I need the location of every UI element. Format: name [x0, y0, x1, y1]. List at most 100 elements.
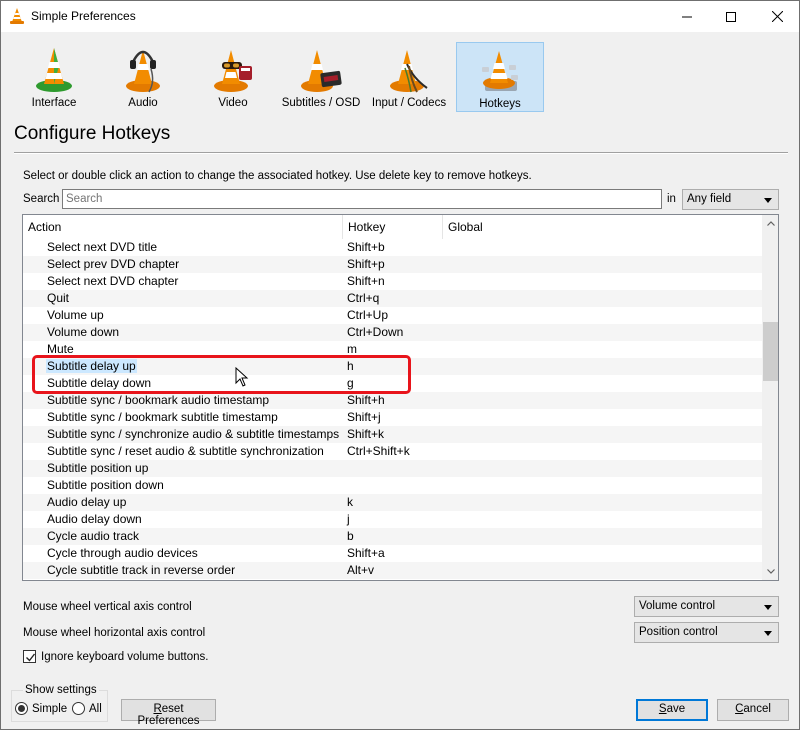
table-row[interactable]: Subtitle position down [23, 477, 762, 494]
action-cell: Audio delay down [47, 512, 142, 526]
hotkey-cell: h [347, 359, 354, 373]
scrollbar-thumb[interactable] [763, 322, 778, 381]
category-hotkeys[interactable]: Hotkeys [456, 42, 544, 112]
wheel-vertical-value: Volume control [639, 600, 716, 612]
table-row[interactable]: Mute m [23, 341, 762, 358]
table-row[interactable]: Select next DVD title Shift+b [23, 239, 762, 256]
hotkey-cell: Shift+n [347, 274, 385, 288]
table-body: Select next DVD title Shift+b Select prev … [23, 239, 762, 580]
column-header-hotkey[interactable]: Hotkey [343, 215, 443, 239]
hotkey-cell: Alt+v [347, 563, 375, 577]
wheel-vertical-select[interactable]: Volume control [634, 596, 779, 617]
chevron-down-icon [764, 631, 772, 636]
vlc-app-icon [10, 8, 24, 24]
table-row[interactable]: Subtitle sync / bookmark audio timestamp… [23, 392, 762, 409]
show-simple-option[interactable]: Simple [15, 702, 67, 715]
category-label: Video [218, 97, 248, 109]
table-row[interactable]: Cycle through audio devices Shift+a [23, 545, 762, 562]
column-header-global[interactable]: Global [443, 215, 762, 239]
scroll-down-button[interactable] [762, 563, 778, 580]
save-label: ave [666, 703, 686, 715]
action-cell: Subtitle sync / synchronize audio & subt… [47, 427, 340, 441]
action-cell: Subtitle sync / reset audio & subtitle s… [47, 444, 324, 458]
action-cell: Subtitle sync / bookmark audio timestamp [47, 393, 270, 407]
action-cell: Quit [47, 291, 70, 305]
action-cell: Subtitle position up [47, 461, 149, 475]
column-header-action[interactable]: Action [23, 215, 343, 239]
ignore-volume-option[interactable]: Ignore keyboard volume buttons. [23, 650, 209, 663]
preferences-window: Simple Preferences Interface Audio Video… [0, 0, 800, 730]
save-mnemonic: S [658, 703, 667, 715]
category-toolbar: Interface Audio Video Subtitles / OSD In… [1, 32, 799, 114]
simple-radio[interactable] [15, 702, 28, 715]
table-row[interactable]: Cycle subtitle track in reverse order Alt… [23, 562, 762, 579]
table-row[interactable]: Subtitle sync / synchronize audio & subt… [23, 426, 762, 443]
hotkey-cell: Shift+a [347, 546, 385, 560]
table-row[interactable]: Subtitle delay down g [23, 375, 762, 392]
page-title: Configure Hotkeys [14, 123, 171, 144]
reset-mnemonic: R [153, 703, 162, 715]
category-label: Interface [31, 97, 77, 109]
hotkey-cell: Shift+j [347, 410, 381, 424]
hotkey-cell: b [347, 529, 354, 543]
wheel-horizontal-select[interactable]: Position control [634, 622, 779, 643]
window-title: Simple Preferences [31, 9, 136, 23]
search-input[interactable] [62, 189, 662, 209]
close-icon [771, 11, 783, 22]
category-subtitles-osd[interactable]: Subtitles / OSD [277, 42, 365, 112]
hotkey-cell: Ctrl+q [347, 291, 380, 305]
vlc-cone-headphones-icon [126, 50, 160, 93]
action-cell: Subtitle sync / bookmark subtitle timest… [47, 410, 278, 424]
minimize-icon [682, 16, 692, 17]
save-button[interactable]: Save [636, 699, 708, 721]
table-row[interactable]: Audio delay down j [23, 511, 762, 528]
table-row[interactable]: Subtitle position up [23, 460, 762, 477]
ignore-volume-checkbox[interactable] [23, 650, 36, 663]
wheel-vertical-label: Mouse wheel vertical axis control [23, 601, 192, 613]
vlc-cone-cables-icon [390, 50, 428, 93]
chevron-down-icon [764, 605, 772, 610]
action-cell: Select next DVD title [47, 240, 158, 254]
table-row[interactable]: Volume up Ctrl+Up [23, 307, 762, 324]
simple-label: Simple [32, 702, 68, 715]
wheel-horizontal-value: Position control [639, 626, 718, 638]
show-settings-title: Show settings [23, 684, 99, 696]
search-label: Search [23, 193, 60, 205]
search-field-value: Any field [687, 193, 732, 205]
cancel-button[interactable]: Cancel [717, 699, 789, 721]
close-button[interactable] [754, 1, 800, 32]
hotkey-cell: Ctrl+Down [347, 325, 404, 339]
action-cell: Subtitle delay up [46, 359, 137, 373]
chevron-down-icon [764, 198, 772, 203]
instructions-text: Select or double click an action to chan… [23, 170, 532, 182]
search-field-select[interactable]: Any field [682, 189, 779, 210]
maximize-button[interactable] [708, 1, 754, 32]
table-row[interactable]: Quit Ctrl+q [23, 290, 762, 307]
category-video[interactable]: Video [189, 42, 277, 112]
table-row[interactable]: Subtitle delay up h [23, 358, 762, 375]
action-cell: Select next DVD chapter [47, 274, 179, 288]
category-input-codecs[interactable]: Input / Codecs [365, 42, 453, 112]
table-row[interactable]: Select prev DVD chapter Shift+p [23, 256, 762, 273]
table-row[interactable]: Audio delay up k [23, 494, 762, 511]
all-radio[interactable] [72, 702, 85, 715]
show-all-option[interactable]: All [72, 702, 102, 715]
table-row[interactable]: Subtitle sync / reset audio & subtitle s… [23, 443, 762, 460]
reset-preferences-button[interactable]: Reset Preferences [121, 699, 216, 727]
table-row[interactable]: Volume down Ctrl+Down [23, 324, 762, 341]
table-row[interactable]: Select next DVD chapter Shift+n [23, 273, 762, 290]
vlc-cone-interface-icon [36, 48, 72, 92]
category-audio[interactable]: Audio [99, 42, 187, 112]
table-row[interactable]: Cycle audio track b [23, 528, 762, 545]
action-cell: Select prev DVD chapter [47, 257, 180, 271]
reset-label: eset Preferences [137, 703, 200, 727]
hotkey-cell: Ctrl+Shift+k [347, 444, 410, 458]
title-separator [14, 152, 788, 154]
minimize-button[interactable] [664, 1, 710, 32]
vertical-scrollbar[interactable] [762, 215, 778, 580]
action-cell: Mute [47, 342, 74, 356]
table-header: Action Hotkey Global [23, 215, 762, 239]
category-interface[interactable]: Interface [10, 42, 98, 112]
scroll-up-button[interactable] [762, 215, 778, 232]
table-row[interactable]: Subtitle sync / bookmark subtitle timest… [23, 409, 762, 426]
